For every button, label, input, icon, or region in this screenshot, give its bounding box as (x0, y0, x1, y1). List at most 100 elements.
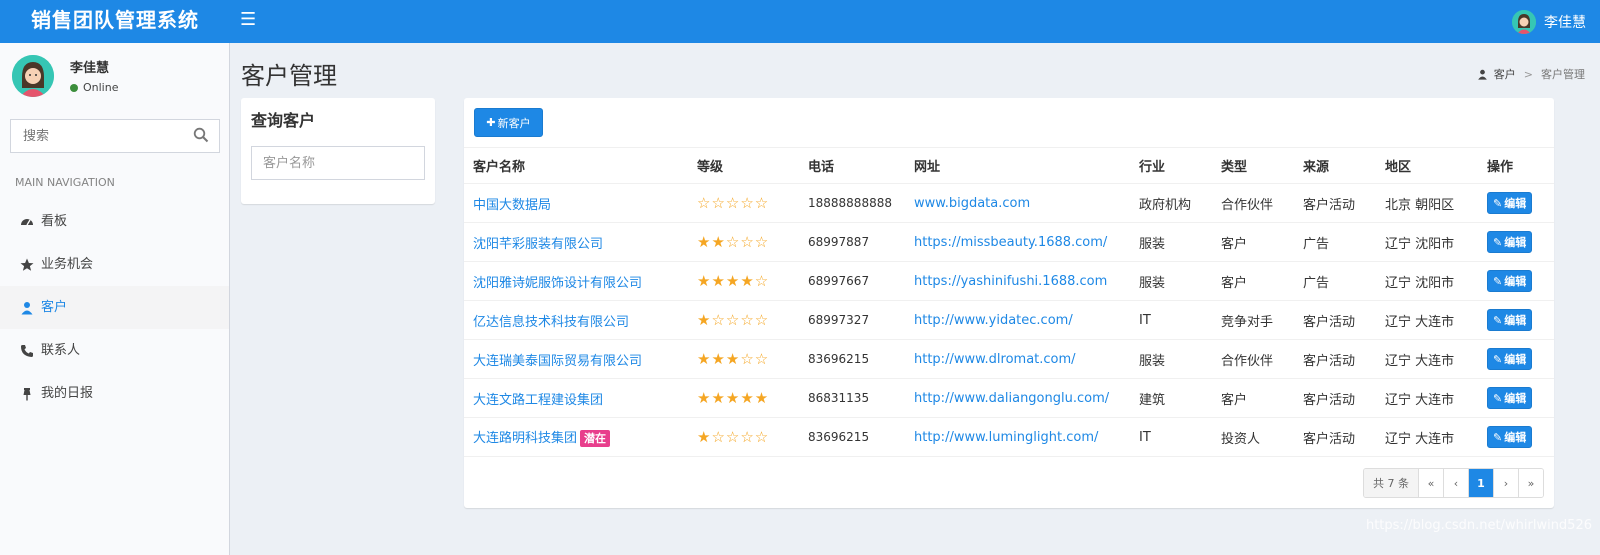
pencil-icon: ✎ (1493, 274, 1503, 288)
pencil-icon: ✎ (1493, 196, 1503, 210)
pin-icon (20, 387, 34, 401)
region-cell: 辽宁 沈阳市 (1376, 261, 1478, 301)
website-link[interactable]: http://www.daliangonglu.com/ (914, 391, 1109, 406)
edit-label: 编辑 (1504, 236, 1527, 249)
first-page-button[interactable]: « (1418, 469, 1443, 497)
pagination: 共 7 条 « ‹ 1 › » (1363, 468, 1544, 498)
page-button[interactable]: 1 (1468, 469, 1493, 497)
source-cell: 广告 (1294, 222, 1376, 262)
sidebar-item-contacts[interactable]: 联系人 (0, 329, 229, 372)
nav-header: MAIN NAVIGATION (15, 176, 115, 189)
menu-icon[interactable]: ☰ (240, 10, 262, 32)
last-page-button[interactable]: » (1518, 469, 1543, 497)
industry-cell: 服装 (1130, 261, 1212, 301)
industry-cell: 建筑 (1130, 378, 1212, 418)
user-icon (1476, 67, 1490, 81)
industry-cell: 服装 (1130, 339, 1212, 379)
sidebar-item-label: 联系人 (41, 343, 81, 358)
type-cell: 投资人 (1212, 417, 1294, 457)
customer-name-link[interactable]: 中国大数据局 (473, 198, 551, 213)
top-header: 销售团队管理系统 ☰ 李佳慧 (0, 0, 1600, 43)
customer-name-link[interactable]: 大连瑞美泰国际贸易有限公司 (473, 354, 642, 369)
status-badge: 潜在 (580, 430, 611, 447)
customer-name-link[interactable]: 沈阳雅诗妮服饰设计有限公司 (473, 276, 642, 291)
table-row: 大连路明科技集团 潜在 ★☆☆☆☆ 83696215 http://www.lum… (464, 417, 1554, 457)
table-row: 大连文路工程建设集团 ★★★★★ 86831135 http://www.dal… (464, 378, 1554, 418)
source-cell: 客户活动 (1294, 183, 1376, 223)
edit-button[interactable]: ✎ 编辑 (1487, 270, 1533, 292)
breadcrumb-parent[interactable]: 客户 (1494, 66, 1516, 82)
table-row: 亿达信息技术科技有限公司 ★☆☆☆☆ 68997327 http://www.y… (464, 300, 1554, 340)
breadcrumb: 客户 > 客户管理 (1476, 66, 1585, 82)
sidebar-search (10, 119, 220, 153)
customer-name-link[interactable]: 亿达信息技术科技有限公司 (473, 315, 629, 330)
customer-table: 客户名称 等级 电话 网址 行业 类型 来源 地区 操作 中国大数据局 ☆☆☆☆… (464, 147, 1554, 457)
edit-button[interactable]: ✎ 编辑 (1487, 348, 1533, 370)
edit-label: 编辑 (1504, 392, 1527, 405)
sidebar-item-dashboard[interactable]: 看板 (0, 200, 229, 243)
type-cell: 客户 (1212, 222, 1294, 262)
prev-page-button[interactable]: ‹ (1443, 469, 1468, 497)
customer-name-link[interactable]: 大连路明科技集团 (473, 431, 577, 446)
watermark: https://blog.csdn.net/whirlwind526 (1365, 518, 1592, 533)
website-link[interactable]: https://yashinifushi.1688.com (914, 274, 1107, 289)
customer-name-input[interactable] (251, 146, 425, 180)
header-user-menu[interactable]: 李佳慧 (1512, 8, 1586, 35)
page-title: 客户管理 (241, 62, 337, 90)
edit-button[interactable]: ✎ 编辑 (1487, 309, 1533, 331)
rating-stars: ★★★★★ (697, 389, 770, 407)
website-link[interactable]: http://www.dlromat.com/ (914, 352, 1076, 367)
region-cell: 辽宁 沈阳市 (1376, 222, 1478, 262)
website-link[interactable]: www.bigdata.com (914, 196, 1030, 211)
website-link[interactable]: http://www.luminglight.com/ (914, 430, 1098, 445)
query-title: 查询客户 (251, 111, 316, 130)
table-header-row: 客户名称 等级 电话 网址 行业 类型 来源 地区 操作 (464, 147, 1554, 184)
sidebar-item-label: 看板 (41, 214, 68, 229)
sidebar-item-customers[interactable]: 客户 (0, 286, 229, 329)
sidebar-item-label: 客户 (41, 300, 68, 315)
region-cell: 辽宁 大连市 (1376, 417, 1478, 457)
sidebar-item-daily-report[interactable]: 我的日报 (0, 372, 229, 415)
customer-name-link[interactable]: 大连文路工程建设集团 (473, 393, 603, 408)
pencil-icon: ✎ (1493, 235, 1503, 249)
region-cell: 北京 朝阳区 (1376, 183, 1478, 223)
rating-stars: ★★★☆☆ (697, 350, 770, 368)
edit-button[interactable]: ✎ 编辑 (1487, 231, 1533, 253)
new-customer-button[interactable]: ✚ 新客户 (474, 108, 543, 137)
region-cell: 辽宁 大连市 (1376, 300, 1478, 340)
sidebar-item-opportunities[interactable]: 业务机会 (0, 243, 229, 286)
edit-button[interactable]: ✎ 编辑 (1487, 192, 1533, 214)
source-cell: 客户活动 (1294, 339, 1376, 379)
type-cell: 客户 (1212, 378, 1294, 418)
rating-stars: ★☆☆☆☆ (697, 428, 770, 446)
user-status: Online (70, 81, 118, 94)
edit-button[interactable]: ✎ 编辑 (1487, 426, 1533, 448)
query-panel: 查询客户 (241, 98, 435, 204)
search-icon[interactable] (193, 127, 211, 145)
edit-button[interactable]: ✎ 编辑 (1487, 387, 1533, 409)
user-icon (20, 301, 34, 315)
plus-icon: ✚ (486, 116, 496, 129)
rating-stars: ★★☆☆☆ (697, 233, 770, 251)
type-cell: 竞争对手 (1212, 300, 1294, 340)
new-customer-label: 新客户 (497, 116, 531, 130)
website-link[interactable]: https://missbeauty.1688.com/ (914, 235, 1107, 250)
phone-cell: 83696215 (799, 417, 905, 457)
column-header: 操作 (1478, 147, 1554, 184)
industry-cell: 政府机构 (1130, 183, 1212, 223)
search-input[interactable] (11, 120, 181, 152)
column-header: 类型 (1212, 147, 1294, 184)
pencil-icon: ✎ (1493, 391, 1503, 405)
phone-cell: 68997327 (799, 300, 905, 340)
website-link[interactable]: http://www.yidatec.com/ (914, 313, 1073, 328)
column-header: 客户名称 (464, 147, 688, 184)
edit-label: 编辑 (1504, 197, 1527, 210)
app-title[interactable]: 销售团队管理系统 (0, 0, 230, 43)
pencil-icon: ✎ (1493, 313, 1503, 327)
next-page-button[interactable]: › (1493, 469, 1518, 497)
source-cell: 客户活动 (1294, 378, 1376, 418)
breadcrumb-separator: > (1523, 67, 1533, 81)
phone-cell: 18888888888 (799, 183, 905, 223)
customer-name-link[interactable]: 沈阳芊彩服装有限公司 (473, 237, 603, 252)
edit-label: 编辑 (1504, 275, 1527, 288)
